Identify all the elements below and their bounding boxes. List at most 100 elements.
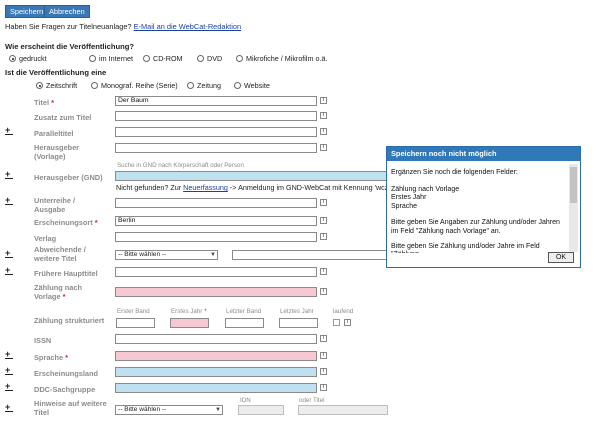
add-paralleltitel-icon[interactable]: +: [5, 126, 13, 135]
info-icon[interactable]: i: [320, 97, 327, 104]
info-icon[interactable]: i: [320, 233, 327, 240]
label-fruehere: Frühere Haupttitel: [34, 269, 98, 278]
missing-field: Sprache: [391, 202, 418, 210]
radio-label-gedruckt: gedruckt: [19, 54, 47, 63]
sprache-input[interactable]: [115, 351, 317, 361]
label-abweichende: Abweichende / weitere Titel: [34, 245, 86, 263]
col-letztes-jahr: Letztes Jahr: [280, 308, 314, 315]
unterreihe-input[interactable]: [115, 198, 317, 208]
label-ddc: DDC-Sachgruppe: [34, 385, 96, 394]
col-laufend: laufend: [333, 308, 354, 315]
laufend-checkbox[interactable]: [333, 319, 340, 326]
letztes-jahr-input[interactable]: [279, 318, 318, 328]
ok-button[interactable]: OK: [548, 252, 574, 263]
label-herausgeber-gnd: Herausgeber (GND): [34, 173, 103, 182]
col-idn: IDN: [240, 397, 251, 404]
missing-field: Erstes Jahr: [391, 194, 427, 202]
add-fruehere-icon[interactable]: +: [5, 266, 13, 275]
radio-label-cdrom: CD-ROM: [153, 54, 183, 63]
add-sprache-icon[interactable]: +: [5, 350, 13, 359]
add-erscheinungsland-icon[interactable]: +: [5, 366, 13, 375]
label-zaehlung-strukturiert: Zählung strukturiert: [34, 316, 105, 325]
add-herausgeber-gnd-icon[interactable]: +: [5, 170, 13, 179]
col-erstes-jahr: Erstes Jahr *: [171, 308, 207, 315]
titel-input[interactable]: Der Baum: [115, 96, 317, 106]
radio-internet[interactable]: [89, 55, 96, 62]
gnd-after-text: -> Anmeldung im GND-WebCat mit Kennung '…: [229, 183, 398, 192]
add-ddc-icon[interactable]: +: [5, 382, 13, 391]
ddc-input[interactable]: [115, 383, 317, 393]
label-verlag: Verlag: [34, 234, 57, 243]
info-icon[interactable]: i: [320, 368, 327, 375]
zusatz-input[interactable]: [115, 111, 317, 121]
info-icon[interactable]: i: [320, 199, 327, 206]
fruehere-input[interactable]: [115, 267, 317, 277]
info-icon[interactable]: i: [320, 268, 327, 275]
add-hinweise-icon[interactable]: +: [5, 403, 13, 412]
radio-zeitschrift[interactable]: [36, 82, 43, 89]
issn-input[interactable]: [115, 334, 317, 344]
label-zusatz: Zusatz zum Titel: [34, 113, 92, 122]
dialog-title: Speichern noch nicht möglich: [387, 147, 580, 161]
radio-mikrofiche[interactable]: [236, 55, 243, 62]
help-question: Haben Sie Fragen zur Titelneuanlage?: [5, 22, 132, 31]
add-abweichende-icon[interactable]: +: [5, 249, 13, 258]
erstes-jahr-input[interactable]: [170, 318, 209, 328]
abweichende-select[interactable]: -- Bitte wählen -- ▼: [115, 250, 218, 260]
radio-gedruckt[interactable]: [9, 55, 16, 62]
herausgeber-vorlage-input[interactable]: [115, 143, 317, 153]
publication-form-heading: Wie erscheint die Veröffentlichung?: [5, 42, 135, 51]
radio-zeitung[interactable]: [187, 82, 194, 89]
radio-label-internet: im Internet: [99, 54, 133, 63]
info-icon[interactable]: i: [320, 352, 327, 359]
gnd-search-hint: Suche in GND nach Körperschaft oder Pers…: [117, 162, 244, 169]
info-icon[interactable]: i: [320, 384, 327, 391]
letzter-band-input[interactable]: [225, 318, 264, 328]
info-icon[interactable]: i: [320, 288, 327, 295]
radio-dvd[interactable]: [197, 55, 204, 62]
label-sprache: Sprache *: [34, 353, 69, 362]
neuerfassung-link[interactable]: Neuerfassung: [183, 183, 228, 192]
info-icon[interactable]: i: [320, 335, 327, 342]
gnd-not-found-text: Nicht gefunden? Zur: [116, 183, 182, 192]
add-unterreihe-icon[interactable]: +: [5, 196, 13, 205]
dialog-scrollbar[interactable]: [569, 164, 578, 252]
dialog-body: Ergänzen Sie noch die folgenden Felder: …: [391, 163, 569, 253]
col-erster-band: Erster Band: [117, 308, 150, 315]
radio-cdrom[interactable]: [143, 55, 150, 62]
publication-type-heading: Ist die Veröffentlichung eine: [5, 68, 107, 77]
radio-label-zeitung: Zeitung: [197, 81, 221, 90]
radio-monograf-reihe[interactable]: [91, 82, 98, 89]
info-icon[interactable]: i: [320, 144, 327, 151]
erster-band-input[interactable]: [116, 318, 155, 328]
error-dialog: Speichern noch nicht möglich Ergänzen Si…: [386, 146, 581, 268]
verlag-input[interactable]: [115, 232, 317, 242]
label-erscheinungsland: Erscheinungsland: [34, 369, 99, 378]
paralleltitel-input[interactable]: [115, 127, 317, 137]
erscheinungsort-input[interactable]: Berlin: [115, 216, 317, 226]
radio-label-dvd: DVD: [207, 54, 223, 63]
col-letzter-band: Letzter Band: [226, 308, 262, 315]
gnd-not-found-line: Nicht gefunden? Zur Neuerfassung -> Anme…: [116, 183, 398, 192]
erscheinungsland-input[interactable]: [115, 367, 317, 377]
herausgeber-gnd-input[interactable]: [115, 171, 390, 181]
label-titel: Titel *: [34, 98, 54, 107]
info-icon[interactable]: i: [344, 319, 351, 326]
zaehlung-vorlage-input[interactable]: [115, 287, 317, 297]
info-icon[interactable]: i: [320, 217, 327, 224]
col-oder-titel: oder Titel: [299, 397, 325, 404]
abweichende-title-input[interactable]: [232, 250, 388, 260]
info-icon[interactable]: i: [320, 128, 327, 135]
oder-titel-input[interactable]: [298, 405, 388, 415]
hinweise-select[interactable]: -- Bitte wählen -- ▼: [115, 405, 223, 415]
radio-website[interactable]: [234, 82, 241, 89]
radio-label-website: Website: [244, 81, 270, 90]
idn-input[interactable]: [238, 405, 284, 415]
email-link[interactable]: E-Mail an die WebCat-Redaktion: [134, 22, 242, 31]
cancel-button[interactable]: Abbrechen: [44, 5, 90, 18]
label-paralleltitel: Paralleltitel: [34, 129, 74, 138]
save-button[interactable]: Speichern: [5, 5, 49, 18]
info-icon[interactable]: i: [320, 112, 327, 119]
scrollbar-thumb[interactable]: [570, 167, 577, 203]
dialog-message: Bitte geben Sie Zählung und/oder Jahre i…: [391, 242, 540, 253]
